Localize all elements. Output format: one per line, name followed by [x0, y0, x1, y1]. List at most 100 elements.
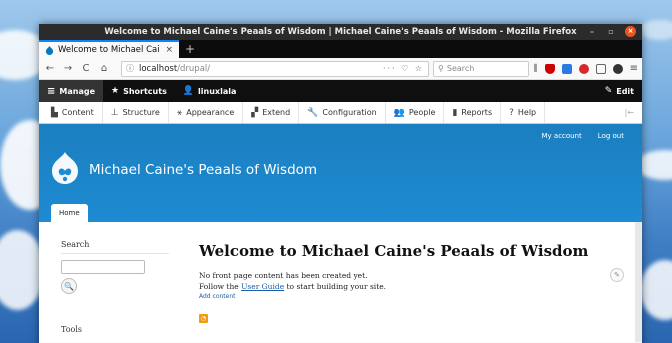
home-button[interactable]: ⌂ [97, 63, 111, 74]
search-icon: ⚲ [438, 64, 444, 73]
text-fragment: Follow the [199, 282, 242, 291]
collapse-tray-icon[interactable]: |← [625, 108, 642, 117]
cloud [640, 260, 672, 320]
brush-icon: ⚹ [176, 107, 183, 118]
site-header: My account Log out Michael Caine's Peaal… [39, 124, 642, 222]
tray-label: Configuration [322, 108, 377, 117]
window-title: Welcome to Michael Caine's Peaals of Wis… [104, 27, 577, 37]
tray-item-configuration[interactable]: 🔧 Configuration [299, 102, 386, 123]
edit-button[interactable]: ✎ Edit [597, 80, 642, 102]
pocket-icon[interactable] [578, 63, 589, 74]
library-icon[interactable]: ⫼ [533, 64, 537, 74]
extension-icon[interactable] [561, 63, 572, 74]
tools-block-title: Tools [61, 325, 83, 334]
user-guide-text: Follow the User Guide to start building … [199, 281, 599, 292]
shortcuts-button[interactable]: ★ Shortcuts [103, 80, 175, 102]
tray-label: Reports [461, 108, 493, 117]
hamburger-icon: ≡ [47, 85, 56, 97]
url-path: /drupal/ [177, 63, 211, 74]
wrench-icon: 🔧 [307, 107, 319, 118]
main-content: Welcome to Michael Caine's Peaals of Wis… [199, 242, 599, 323]
addon-icon[interactable] [612, 63, 623, 74]
text-fragment: to start building your site. [284, 282, 387, 291]
search-input[interactable] [61, 260, 145, 274]
admin-tray: ▙ Content ⊥ Structure ⚹ Appearance ▞ Ext… [39, 102, 642, 124]
page-content: Search 🔍 Tools Welcome to Michael Caine'… [39, 222, 642, 342]
tab-bar: Welcome to Michael Cai × + [39, 40, 642, 58]
tray-item-extend[interactable]: ▞ Extend [243, 102, 300, 123]
tab-active[interactable]: Welcome to Michael Cai × [39, 40, 179, 58]
tray-item-content[interactable]: ▙ Content [43, 102, 103, 123]
new-tab-button[interactable]: + [179, 40, 201, 58]
sitemap-icon: ⊥ [110, 107, 119, 118]
search-placeholder: Search [446, 64, 475, 73]
people-icon: 👥 [393, 107, 405, 118]
tray-label: People [408, 108, 436, 117]
back-button[interactable]: ← [43, 63, 57, 74]
front-page-message: No front page content has been created y… [199, 270, 599, 292]
forward-button[interactable]: → [61, 63, 75, 74]
firefox-window: Welcome to Michael Caine's Peaals of Wis… [39, 24, 642, 343]
menu-icon[interactable]: ≡ [630, 63, 638, 74]
user-button[interactable]: 👤 linuxlala [175, 80, 245, 102]
my-account-link[interactable]: My account [542, 132, 582, 140]
tray-label: Content [61, 108, 94, 117]
tray-item-people[interactable]: 👥 People [386, 102, 445, 123]
edit-label: Edit [616, 86, 634, 96]
navigation-toolbar: ← → C ⌂ ⓘ localhost/drupal/ ··· ♡ ☆ ⚲ Se… [39, 58, 642, 80]
tab-close-button[interactable]: × [165, 45, 173, 55]
search-block-title: Search [61, 240, 169, 254]
drupal-favicon-icon [45, 45, 54, 55]
user-guide-link[interactable]: User Guide [241, 282, 284, 291]
site-name[interactable]: Michael Caine's Peaals of Wisdom [89, 162, 317, 178]
add-content-link[interactable]: Add content [199, 293, 599, 300]
ublock-icon[interactable] [544, 63, 555, 74]
info-icon[interactable]: ⓘ [126, 63, 134, 74]
search-field[interactable]: ⚲ Search [433, 60, 529, 77]
tab-title: Welcome to Michael Cai [58, 45, 160, 55]
manage-button[interactable]: ≡ Manage [39, 80, 103, 102]
drupal-admin-toolbar: ≡ Manage ★ Shortcuts 👤 linuxlala ✎ Edit [39, 80, 642, 102]
cloud [640, 20, 672, 40]
log-out-link[interactable]: Log out [598, 132, 624, 140]
tray-label: Appearance [186, 108, 235, 117]
home-tab[interactable]: Home [51, 204, 88, 222]
user-icon: 👤 [182, 86, 195, 96]
bar-chart-icon: ▮ [452, 107, 458, 118]
url-bar[interactable]: ⓘ localhost/drupal/ ··· ♡ ☆ [121, 60, 429, 77]
secondary-menu: My account Log out [542, 132, 625, 140]
contextual-edit-button[interactable]: ✎ [610, 268, 624, 282]
page-actions[interactable]: ··· ♡ ☆ [383, 64, 424, 73]
tray-label: Structure [122, 108, 160, 117]
shortcuts-label: Shortcuts [123, 86, 167, 96]
search-button[interactable]: 🔍 [61, 278, 77, 294]
tray-item-structure[interactable]: ⊥ Structure [103, 102, 169, 123]
scrollbar[interactable] [635, 222, 642, 342]
puzzle-icon: ▞ [251, 107, 259, 118]
tray-item-appearance[interactable]: ⚹ Appearance [169, 102, 244, 123]
no-content-text: No front page content has been created y… [199, 271, 368, 280]
pencil-icon: ✎ [614, 271, 620, 279]
user-label: linuxlala [198, 86, 237, 96]
url-host: localhost [139, 63, 178, 74]
sidebar: Search 🔍 [61, 240, 169, 294]
document-icon: ▙ [51, 107, 58, 118]
close-window-button[interactable]: × [625, 26, 636, 37]
sidebar-icon[interactable] [595, 63, 606, 74]
site-branding: Michael Caine's Peaals of Wisdom [51, 152, 317, 188]
rss-feed-icon[interactable]: ◔ [199, 314, 208, 323]
drupal-logo-icon[interactable] [51, 152, 79, 188]
minimize-button[interactable]: – [587, 27, 597, 36]
window-controls: – ▫ × [587, 26, 636, 37]
tray-item-reports[interactable]: ▮ Reports [444, 102, 502, 123]
toolbar-icons: ⫼ ≡ [533, 63, 638, 74]
maximize-button[interactable]: ▫ [606, 27, 616, 36]
tray-label: Extend [262, 108, 291, 117]
reload-button[interactable]: C [79, 63, 93, 74]
url-text[interactable]: localhost/drupal/ [139, 64, 378, 74]
star-icon: ★ [111, 86, 120, 96]
tray-item-help[interactable]: ? Help [501, 102, 546, 123]
tray-label: Help [517, 108, 537, 117]
pencil-icon: ✎ [604, 86, 613, 96]
page-title: Welcome to Michael Caine's Peaals of Wis… [199, 242, 589, 260]
